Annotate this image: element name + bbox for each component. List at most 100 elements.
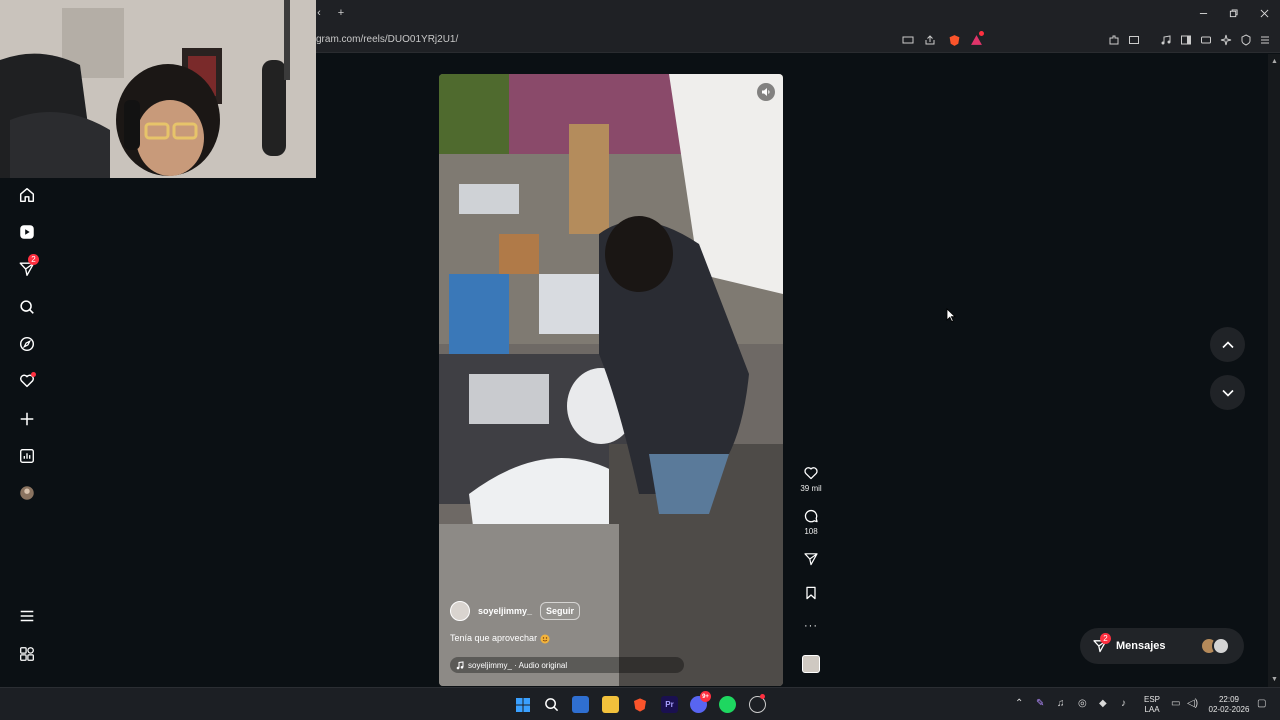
author-avatar[interactable] (450, 601, 470, 621)
like-action: 39 mil (798, 465, 824, 493)
media-icon[interactable] (1158, 32, 1174, 48)
caption-text: Tenía que aprovechar (450, 633, 538, 643)
extensions-icon[interactable] (1106, 32, 1122, 48)
reel-author: soyeljimmy_ Seguir (450, 601, 581, 621)
create-icon[interactable] (16, 408, 38, 430)
audio-label: soyeljimmy_ · Audio original (468, 660, 568, 670)
messages-badge: 2 (1100, 633, 1111, 644)
webcam-scene (0, 0, 316, 178)
reel-audio-link[interactable]: soyeljimmy_ · Audio original (450, 657, 684, 673)
home-icon[interactable] (16, 184, 38, 206)
follow-button[interactable]: Seguir (540, 602, 581, 620)
more-options-icon[interactable]: ··· (798, 620, 824, 632)
dashboard-icon[interactable] (16, 445, 38, 467)
direct-icon[interactable]: 2 (16, 254, 39, 280)
vpn-icon[interactable] (1238, 32, 1254, 48)
page-scrollbar[interactable]: ▲ ▼ (1268, 54, 1280, 687)
reel-caption: Tenía que aprovechar (450, 633, 550, 644)
new-tab-button[interactable]: + (333, 5, 349, 21)
obs-recording-dot (760, 694, 765, 699)
audio-thumbnail[interactable] (802, 655, 820, 673)
mouse-cursor-icon (946, 308, 956, 322)
chevron-down-icon (1221, 389, 1234, 397)
network-icon[interactable]: ▭ (1171, 698, 1180, 709)
more-icon[interactable] (16, 605, 38, 627)
clock-date: 02-02-2026 (1208, 705, 1250, 714)
notifications-badge: 2 (28, 254, 39, 265)
previous-reel-button[interactable] (1210, 327, 1245, 362)
share-paper-plane-icon[interactable] (803, 551, 819, 567)
also-from-meta-icon[interactable] (16, 643, 38, 665)
windows-taskbar: Pr 9+ ⌃ ✎ ♫ ◎ ◆ ♪ ESP LAA ▭ ◁) 22:09 02-… (0, 687, 1280, 720)
wallet-card-icon[interactable] (1198, 32, 1214, 48)
url-field[interactable]: gram.com/reels/DUO01YRj2U1/ (316, 34, 458, 45)
tray-microphone-icon[interactable]: ♪ (1121, 698, 1126, 709)
clock-time: 22:09 (1218, 695, 1240, 704)
next-reel-button[interactable] (1210, 375, 1245, 410)
reel-video[interactable]: soyeljimmy_ Seguir Tenía que aprovechar … (439, 74, 783, 686)
cast-icon[interactable] (900, 32, 916, 48)
music-note-icon (456, 660, 464, 669)
keyboard-layout: LAA (1144, 705, 1160, 714)
sidebar-icon[interactable] (1178, 32, 1194, 48)
tray-feather-icon[interactable]: ✎ (1036, 698, 1044, 709)
wallet-icon[interactable] (1126, 32, 1142, 48)
close-window-button[interactable] (1255, 4, 1273, 22)
messages-icon: 2 (1092, 633, 1111, 654)
tray-steam-icon[interactable]: ◎ (1078, 698, 1087, 709)
restore-button[interactable] (1224, 4, 1242, 22)
search-icon[interactable] (16, 296, 38, 318)
widgets-icon[interactable] (572, 696, 589, 713)
language-code: ESP (1143, 695, 1160, 704)
bookmark-icon[interactable] (803, 585, 819, 601)
webcam-overlay (0, 0, 316, 178)
chevron-up-icon (1221, 340, 1234, 348)
likes-count[interactable]: 39 mil (800, 484, 821, 493)
messages-avatars (1200, 637, 1234, 655)
notifications-center-icon[interactable]: ▢ (1257, 698, 1266, 709)
leo-ai-icon[interactable] (1218, 32, 1234, 48)
spotify-icon[interactable] (719, 696, 736, 713)
comment-action: 108 (798, 508, 824, 536)
emoji-icon (540, 634, 550, 644)
like-heart-icon[interactable] (803, 465, 819, 481)
messages-label: Mensajes (1116, 640, 1166, 652)
reel-video-frame (439, 74, 783, 686)
rewards-dot (979, 31, 984, 36)
scroll-down-arrow-icon[interactable]: ▼ (1271, 676, 1278, 683)
save-action (798, 585, 824, 601)
language-indicator[interactable]: ESP LAA (1142, 695, 1162, 715)
clock[interactable]: 22:09 02-02-2026 (1206, 695, 1252, 715)
tray-headset-icon[interactable]: ♫ (1057, 698, 1065, 709)
share-action (798, 551, 824, 567)
discord-badge: 9+ (700, 691, 711, 702)
mute-toggle-button[interactable] (757, 83, 775, 101)
activity-icon[interactable] (16, 370, 38, 392)
scroll-up-arrow-icon[interactable]: ▲ (1271, 58, 1278, 65)
brave-shields-icon[interactable] (946, 32, 962, 48)
brave-browser-icon[interactable] (631, 696, 648, 713)
discord-icon[interactable]: 9+ (690, 691, 711, 713)
profile-avatar[interactable] (16, 482, 38, 504)
taskbar-search-icon[interactable] (543, 696, 560, 713)
menu-icon[interactable] (1257, 32, 1273, 48)
speaker-icon (762, 88, 770, 96)
messages-button[interactable]: 2 Mensajes (1080, 628, 1244, 664)
tray-chevron-up-icon[interactable]: ⌃ (1015, 698, 1023, 709)
explore-icon[interactable] (16, 333, 38, 355)
minimize-button[interactable] (1194, 4, 1212, 22)
file-explorer-icon[interactable] (602, 696, 619, 713)
activity-dot (31, 372, 36, 377)
volume-icon[interactable]: ◁) (1187, 698, 1198, 709)
windows-start-icon[interactable] (514, 696, 531, 713)
comment-icon[interactable] (803, 508, 819, 524)
premiere-pro-icon[interactable]: Pr (661, 696, 678, 713)
comments-count: 108 (804, 527, 818, 536)
author-username[interactable]: soyeljimmy_ (478, 606, 532, 616)
brave-rewards-icon[interactable] (968, 31, 984, 48)
obs-icon[interactable] (749, 694, 766, 713)
reels-icon[interactable] (16, 221, 38, 243)
chat-avatar (1212, 637, 1230, 655)
share-icon[interactable] (922, 32, 938, 48)
tray-app-icon[interactable]: ◆ (1099, 698, 1107, 709)
